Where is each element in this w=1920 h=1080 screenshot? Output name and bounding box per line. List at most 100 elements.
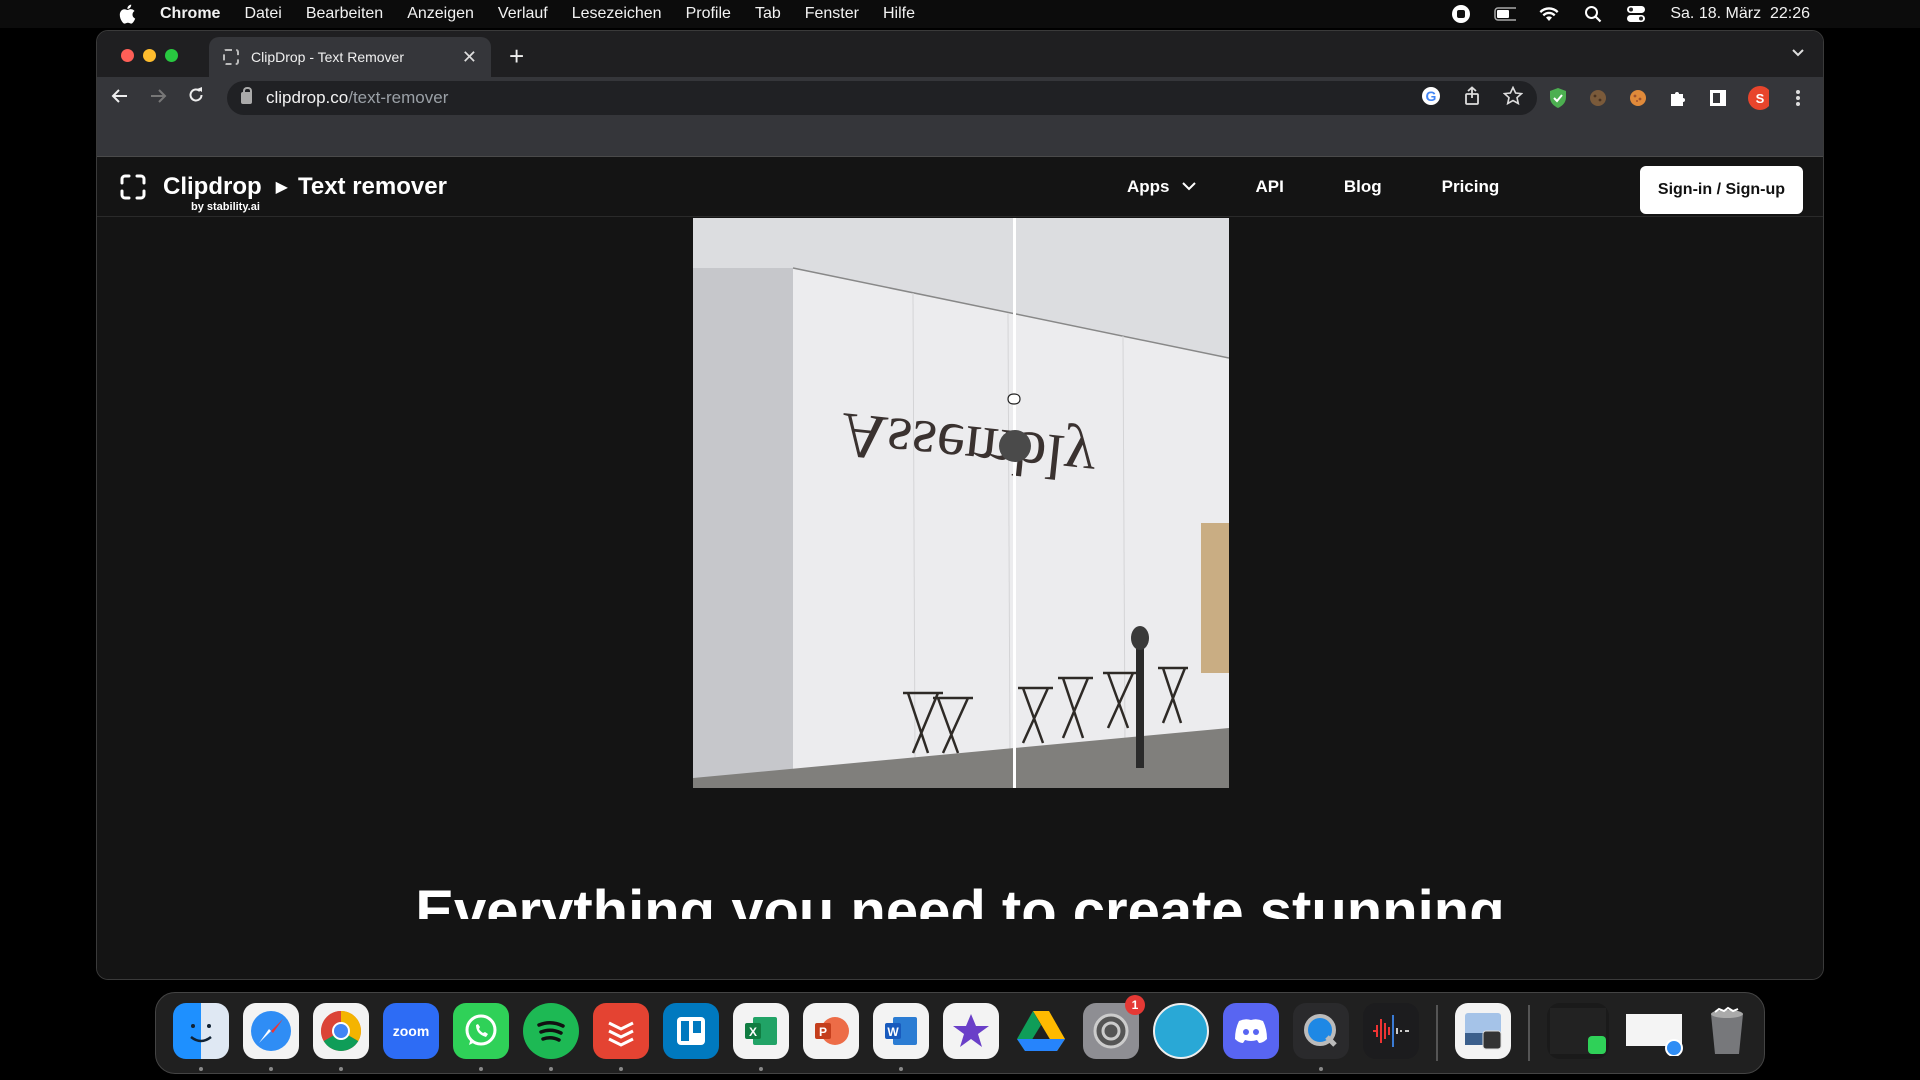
trello-icon [677, 1017, 705, 1045]
address-bar[interactable]: clipdrop.co/text-remover G [227, 81, 1537, 115]
before-after-comparison[interactable]: Assembly [693, 218, 1229, 788]
discord-icon [1235, 1019, 1267, 1043]
menu-hilfe[interactable]: Hilfe [883, 5, 915, 23]
menu-tab[interactable]: Tab [755, 5, 781, 23]
nav-blog-link[interactable]: Blog [1344, 177, 1382, 197]
menu-profile[interactable]: Profile [686, 5, 731, 23]
battery-icon[interactable] [1494, 5, 1517, 23]
wall-side [693, 268, 793, 778]
share-icon[interactable] [1463, 85, 1481, 111]
screen-record-icon[interactable] [1450, 5, 1472, 23]
whatsapp-icon [465, 1014, 497, 1046]
macos-dock: zoom X P W 1 [155, 992, 1765, 1074]
dock-trello[interactable] [663, 1003, 719, 1059]
menu-lesezeichen[interactable]: Lesezeichen [572, 5, 662, 23]
dock-discord[interactable] [1223, 1003, 1279, 1059]
breadcrumb-arrow-icon: ▶ [275, 178, 288, 196]
dock-voice-memos[interactable] [1363, 1003, 1419, 1059]
dock-whatsapp[interactable] [453, 1003, 509, 1071]
side-panel-icon[interactable] [1707, 87, 1729, 109]
dock-safari[interactable] [243, 1003, 299, 1071]
zoom-window-button[interactable] [165, 49, 178, 62]
menu-anzeigen[interactable]: Anzeigen [407, 5, 474, 23]
new-tab-button[interactable]: + [509, 41, 524, 72]
comparison-slider-handle[interactable] [999, 430, 1031, 462]
bookmark-star-icon[interactable] [1502, 85, 1524, 111]
browser-window: ClipDrop - Text Remover ✕ + clipdrop.co /… [96, 30, 1824, 980]
tab-close-icon[interactable]: ✕ [462, 47, 477, 68]
web-page: Clipdrop by stability.ai ▶ Text remover … [97, 157, 1823, 979]
spotlight-search-icon[interactable] [1582, 5, 1604, 23]
dock-zoom[interactable]: zoom [383, 1003, 439, 1059]
dock-finder[interactable] [173, 1003, 229, 1071]
dock-system-settings[interactable]: 1 [1083, 995, 1145, 1059]
dock-quicktime[interactable] [1293, 1003, 1349, 1071]
dock-minimized-safari-window[interactable] [1623, 1003, 1685, 1059]
dock-preview[interactable] [1455, 1003, 1511, 1059]
svg-text:X: X [749, 1025, 757, 1039]
close-window-button[interactable] [121, 49, 134, 62]
dock-google-drive[interactable] [1013, 1003, 1069, 1059]
tab-clipdrop[interactable]: ClipDrop - Text Remover ✕ [209, 37, 491, 77]
control-center-icon[interactable] [1626, 5, 1648, 23]
powerpoint-icon: P [815, 1017, 849, 1045]
preview-icon [1465, 1013, 1502, 1050]
extensions-puzzle-icon[interactable] [1667, 87, 1689, 109]
dock-trash[interactable] [1699, 1003, 1755, 1059]
dock-todoist[interactable] [593, 1003, 649, 1071]
cookie-extension-icon[interactable] [1587, 87, 1609, 109]
nav-pricing-link[interactable]: Pricing [1442, 177, 1500, 197]
nav-apps-dropdown[interactable]: Apps [1127, 177, 1196, 197]
nav-api-link[interactable]: API [1256, 177, 1284, 197]
minimize-window-button[interactable] [143, 49, 156, 62]
profile-initial: S [1756, 91, 1765, 106]
adguard-extension-icon[interactable] [1547, 87, 1569, 109]
bookmarks-bar [97, 119, 1823, 157]
voice-memos-waveform-icon [1373, 1015, 1409, 1047]
menubar-datetime[interactable]: Sa. 18. März 22:26 [1670, 5, 1810, 23]
minimized-window-thumbnail [1550, 1008, 1606, 1054]
dock-excel[interactable]: X [733, 1003, 789, 1071]
site-nav: Apps API Blog Pricing [1127, 177, 1499, 197]
back-button[interactable] [105, 87, 135, 110]
dock-minimized-whatsapp-window[interactable] [1547, 1003, 1609, 1059]
running-indicator [339, 1067, 343, 1071]
running-indicator [549, 1067, 553, 1071]
tab-search-chevron-icon[interactable] [1791, 45, 1805, 61]
dock-imovie[interactable] [943, 1003, 999, 1059]
apple-logo-icon[interactable] [118, 4, 136, 24]
svg-text:G: G [1426, 88, 1437, 104]
menu-bearbeiten[interactable]: Bearbeiten [306, 5, 383, 23]
finder-icon [190, 1024, 212, 1043]
chevron-down-icon [1181, 182, 1196, 191]
dock-spotify[interactable] [523, 1003, 579, 1071]
cookie-autodelete-extension-icon[interactable] [1627, 87, 1649, 109]
forward-button[interactable] [143, 87, 173, 110]
wifi-icon[interactable] [1538, 5, 1560, 23]
chrome-menu-kebab-icon[interactable] [1787, 87, 1809, 109]
excel-icon: X [745, 1017, 777, 1045]
dock-separator [1528, 1005, 1530, 1061]
dock-chrome[interactable] [313, 1003, 369, 1071]
brand[interactable]: Clipdrop by stability.ai ▶ Text remover [119, 173, 447, 213]
comparison-divider[interactable] [1013, 218, 1016, 788]
notification-badge: 1 [1125, 995, 1145, 1015]
dock-word[interactable]: W [873, 1003, 929, 1071]
nav-apps-label: Apps [1127, 176, 1170, 196]
dock-powerpoint[interactable]: P [803, 1003, 859, 1059]
grab-hand-cursor-icon [1007, 393, 1021, 405]
reload-button[interactable] [181, 86, 211, 110]
tab-strip: ClipDrop - Text Remover ✕ + [97, 31, 1823, 77]
browser-toolbar: clipdrop.co/text-remover G S [97, 77, 1823, 119]
sign-in-button[interactable]: Sign-in / Sign-up [1639, 166, 1803, 214]
menu-fenster[interactable]: Fenster [805, 5, 859, 23]
menu-datei[interactable]: Datei [244, 5, 281, 23]
menu-app-name[interactable]: Chrome [160, 5, 220, 23]
google-lens-icon[interactable]: G [1421, 86, 1441, 111]
menu-verlauf[interactable]: Verlauf [498, 5, 548, 23]
profile-avatar[interactable]: S [1747, 86, 1769, 110]
google-drive-icon [1017, 1011, 1065, 1051]
dock-circle-app[interactable] [1153, 1003, 1209, 1059]
lock-icon[interactable] [241, 87, 252, 104]
url-host: clipdrop.co [266, 88, 349, 107]
